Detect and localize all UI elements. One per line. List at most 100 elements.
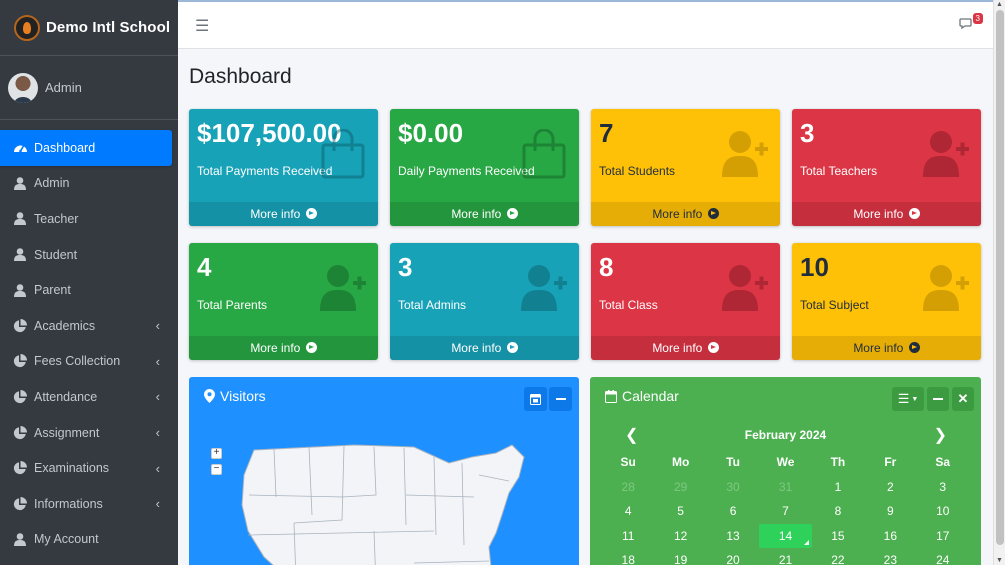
calendar-icon bbox=[530, 394, 541, 405]
sidebar-item-my-account[interactable]: My Account bbox=[0, 522, 172, 558]
chevron-left-icon: ‹ bbox=[155, 389, 160, 405]
calendar-day[interactable]: 18 bbox=[602, 548, 654, 565]
usa-map[interactable] bbox=[234, 435, 534, 565]
more-info-text: More info bbox=[853, 207, 904, 221]
more-info-link[interactable]: More info bbox=[189, 202, 378, 226]
arrow-circle-right-icon bbox=[707, 342, 719, 353]
stat-label: Total Admins bbox=[398, 298, 467, 312]
calendar-day[interactable]: 14 bbox=[759, 523, 812, 548]
calendar-day[interactable]: 9 bbox=[864, 499, 916, 524]
sidebar-item-teacher[interactable]: Teacher bbox=[0, 201, 172, 237]
calendar-day[interactable]: 20 bbox=[707, 548, 759, 565]
scroll-up-icon[interactable]: ▲ bbox=[996, 1, 1003, 8]
sidebar-nav: Dashboard Admin Teacher Student Parent Academ… bbox=[0, 120, 178, 557]
calendar-weekday: Th bbox=[830, 455, 846, 469]
calendar-collapse-button[interactable] bbox=[927, 387, 949, 411]
scroll-thumb[interactable] bbox=[996, 10, 1004, 545]
page-scrollbar[interactable]: ▲ ▼ bbox=[993, 0, 1005, 565]
more-info-link[interactable]: More info bbox=[792, 336, 981, 360]
sidebar-item-label: Fees Collection bbox=[34, 354, 121, 369]
map-zoom-out[interactable]: − bbox=[211, 464, 222, 475]
brand-link[interactable]: Demo Intl School bbox=[0, 0, 178, 56]
calendar-day[interactable]: 13 bbox=[707, 524, 759, 549]
calendar-day[interactable]: 3 bbox=[917, 475, 969, 500]
calendar-day[interactable]: 7 bbox=[759, 499, 811, 524]
more-info-link[interactable]: More info bbox=[390, 202, 579, 226]
visitors-calendar-button[interactable] bbox=[524, 387, 547, 411]
more-info-text: More info bbox=[250, 207, 301, 221]
calendar-day[interactable]: 23 bbox=[864, 548, 916, 565]
calendar-day[interactable]: 31 bbox=[759, 475, 811, 500]
calendar-day[interactable]: 4 bbox=[602, 499, 654, 524]
user-panel[interactable]: Admin bbox=[0, 56, 178, 120]
sidebar-item-examinations[interactable]: Examinations ‹ bbox=[0, 450, 172, 486]
calendar-day[interactable]: 15 bbox=[812, 524, 864, 549]
map-zoom-in[interactable]: + bbox=[211, 448, 222, 459]
user-plus-icon bbox=[722, 129, 768, 179]
more-info-link[interactable]: More info bbox=[189, 336, 378, 360]
more-info-text: More info bbox=[652, 207, 703, 221]
sidebar-item-academics[interactable]: Academics ‹ bbox=[0, 308, 172, 344]
calendar-day[interactable]: 1 bbox=[812, 475, 864, 500]
calendar-weekday: Mo bbox=[671, 455, 690, 469]
sidebar-item-label: Informations bbox=[34, 496, 103, 511]
brand-name: Demo Intl School bbox=[46, 19, 171, 36]
more-info-text: More info bbox=[451, 207, 502, 221]
calendar-close-button[interactable]: ✕ bbox=[952, 387, 974, 411]
calendar-day[interactable]: 2 bbox=[864, 475, 916, 500]
more-info-link[interactable]: More info bbox=[591, 202, 780, 226]
stat-label: Total Subject bbox=[800, 298, 869, 312]
calendar-day[interactable]: 16 bbox=[864, 524, 916, 549]
calendar-day[interactable]: 30 bbox=[707, 475, 759, 500]
pie-chart-icon bbox=[12, 496, 28, 512]
stat-box-total-parents: 4 Total Parents More info bbox=[189, 243, 378, 360]
calendar-day[interactable]: 19 bbox=[654, 548, 706, 565]
chevron-left-icon: ‹ bbox=[155, 460, 160, 476]
calendar-day[interactable]: 12 bbox=[654, 524, 706, 549]
main-content: Dashboard $107,500.00 Total Payments Rece… bbox=[189, 49, 989, 565]
sidebar-item-label: Dashboard bbox=[34, 140, 96, 155]
visitors-collapse-button[interactable] bbox=[549, 387, 572, 411]
more-info-link[interactable]: More info bbox=[390, 336, 579, 360]
sidebar-item-fees-collection[interactable]: Fees Collection ‹ bbox=[0, 344, 172, 380]
sidebar-item-informations[interactable]: Informations ‹ bbox=[0, 486, 172, 522]
stat-value: 4 bbox=[197, 252, 212, 282]
calendar-next-button[interactable]: ❯ bbox=[934, 425, 947, 445]
scroll-down-icon[interactable]: ▼ bbox=[996, 557, 1003, 564]
sidebar-item-student[interactable]: Student bbox=[0, 237, 172, 273]
calendar-day[interactable]: 11 bbox=[602, 524, 654, 549]
sidebar-item-label: Academics bbox=[34, 318, 96, 333]
more-info-link[interactable]: More info bbox=[591, 336, 780, 360]
calendar-day[interactable]: 10 bbox=[917, 499, 969, 524]
sidebar-item-parent[interactable]: Parent bbox=[0, 272, 172, 308]
calendar-month[interactable]: February 2024 bbox=[590, 428, 981, 442]
calendar-day[interactable]: 17 bbox=[917, 524, 969, 549]
sidebar-item-dashboard[interactable]: Dashboard bbox=[0, 130, 172, 166]
arrow-circle-right-icon bbox=[908, 208, 920, 219]
sidebar-item-label: Admin bbox=[34, 176, 70, 191]
visitors-title-text: Visitors bbox=[220, 388, 266, 404]
calendar-day[interactable]: 6 bbox=[707, 499, 759, 524]
calendar-menu-button[interactable]: ☰ ▼ bbox=[892, 387, 924, 411]
sidebar-item-attendance[interactable]: Attendance ‹ bbox=[0, 379, 172, 415]
arrow-circle-right-icon bbox=[506, 208, 518, 219]
calendar-day[interactable]: 8 bbox=[812, 499, 864, 524]
more-info-link[interactable]: More info bbox=[792, 202, 981, 226]
sidebar-item-admin[interactable]: Admin bbox=[0, 166, 172, 202]
hamburger-icon[interactable]: ☰ bbox=[195, 16, 209, 36]
pie-chart-icon bbox=[12, 318, 28, 334]
arrow-circle-right-icon bbox=[707, 208, 719, 219]
sidebar-item-assignment[interactable]: Assignment ‹ bbox=[0, 415, 172, 451]
calendar-weekday: Fr bbox=[884, 455, 897, 469]
calendar-day[interactable]: 29 bbox=[654, 475, 706, 500]
pie-chart-icon bbox=[12, 460, 28, 476]
calendar-day[interactable]: 28 bbox=[602, 475, 654, 500]
calendar-day[interactable]: 24 bbox=[917, 548, 969, 565]
sidebar-item-label: Student bbox=[34, 247, 78, 262]
pie-chart-icon bbox=[12, 353, 28, 369]
calendar-day[interactable]: 22 bbox=[812, 548, 864, 565]
tachometer-icon bbox=[12, 140, 28, 156]
calendar-icon bbox=[605, 389, 617, 403]
calendar-day[interactable]: 5 bbox=[654, 499, 706, 524]
calendar-day[interactable]: 21 bbox=[759, 548, 811, 565]
